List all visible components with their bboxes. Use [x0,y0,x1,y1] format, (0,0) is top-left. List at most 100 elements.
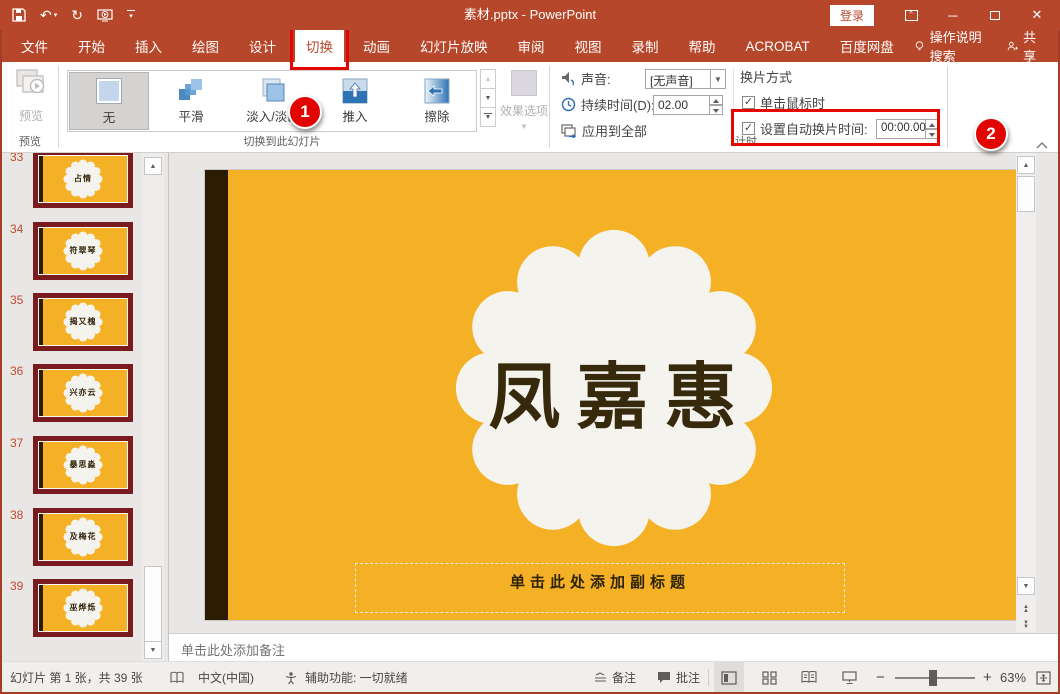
slide-number: 34 [10,222,23,236]
preview-button[interactable]: 预览 [8,68,54,136]
next-slide-icon[interactable]: ▼▼ [1017,616,1035,634]
group-label-transition-to-this-slide: 切换到此幻灯片 [244,133,321,149]
sound-dropdown-icon[interactable]: ▼ [711,69,726,89]
accessibility-icon[interactable] [284,662,298,693]
lightbulb-icon [915,39,924,54]
slide-number: 35 [10,293,23,307]
slideshow-view-button[interactable] [834,662,864,693]
tab-acrobat[interactable]: ACROBAT [735,30,821,62]
transition-push[interactable]: 推入 [315,72,395,130]
group-separator [549,66,550,148]
maximize-button[interactable] [974,0,1016,30]
advance-slide-title: 换片方式 [740,67,792,86]
share-button[interactable]: 共享 [997,27,1060,65]
zoom-in-button[interactable]: + [983,662,992,693]
slide-thumbnail-37[interactable]: 暴思淼 [33,436,133,494]
tab-record[interactable]: 录制 [621,30,670,62]
annotation-step-1: 1 [288,95,322,129]
comments-toggle-button[interactable]: 批注 [657,662,700,693]
slide-editor-area: 凤嘉惠 单击此处添加副标题 [169,153,1036,632]
transition-wipe[interactable]: 擦除 [397,72,477,130]
slide-number: 37 [10,436,23,450]
minimize-button[interactable]: ─ [932,0,974,30]
thumbnails-scrollbar[interactable]: ▲ ▼ [142,153,164,661]
transition-none-icon [97,79,121,103]
apply-to-all-icon [561,124,577,138]
scroll-up-icon[interactable]: ▲ [1017,156,1035,174]
zoom-slider[interactable] [895,662,975,693]
slideshow-view-icon [842,671,857,684]
scrollbar-thumb[interactable] [144,566,162,644]
duration-clock-icon [561,97,576,112]
close-button[interactable]: ✕ [1016,0,1058,30]
slide-thumbnail-39[interactable]: 巫烨烁 [33,579,133,637]
zoom-slider-thumb[interactable] [929,670,937,686]
slide-thumbnail-38[interactable]: 及梅花 [33,508,133,566]
tab-baidu-netdisk[interactable]: 百度网盘 [829,30,905,62]
powerpoint-window: ↶▾ ↻ ▾ 素材.pptx - PowerPoint 登录 ^ ─ ✕ 文件 … [0,0,1060,694]
tab-review[interactable]: 审阅 [507,30,556,62]
current-slide-canvas[interactable]: 凤嘉惠 单击此处添加副标题 [205,170,1020,620]
slide-thumbnail-36[interactable]: 兴亦云 [33,364,133,422]
tab-home[interactable]: 开始 [67,30,116,62]
tab-slideshow[interactable]: 幻灯片放映 [409,30,499,62]
tab-animations[interactable]: 动画 [352,30,401,62]
group-separator [947,66,948,148]
on-mouse-click-checkbox[interactable]: ✓ [742,96,755,109]
tab-view[interactable]: 视图 [564,30,613,62]
apply-to-all-button[interactable]: 应用到全部 [561,121,647,140]
fit-to-window-button[interactable] [1036,662,1051,693]
reading-view-icon [801,671,817,684]
zoom-out-button[interactable]: − [876,662,885,693]
scrollbar-thumb[interactable] [1017,176,1035,212]
accessibility-status: 辅助功能: 一切就绪 [305,662,408,693]
tab-design[interactable]: 设计 [238,30,287,62]
ribbon-display-options-icon[interactable]: ^ [890,0,932,30]
subtitle-placeholder[interactable]: 单击此处添加副标题 [355,563,845,613]
login-button[interactable]: 登录 [830,5,874,26]
transition-none[interactable]: 无 [69,72,149,130]
tab-transitions[interactable]: 切换 [295,30,344,62]
slide-thumbnail-33[interactable]: 占情 [33,153,133,208]
tab-draw[interactable]: 绘图 [181,30,230,62]
duration-input[interactable]: 02.00 [653,95,710,115]
zoom-level[interactable]: 63% [1000,662,1026,693]
editor-scrollbar[interactable]: ▲ ▼ ▲▲ ▼▼ [1016,153,1036,632]
group-label-preview: 预览 [19,133,41,149]
tab-help[interactable]: 帮助 [678,30,727,62]
duration-spin-down-icon[interactable] [710,105,723,115]
notes-pane[interactable]: 单击此处添加备注 [169,633,1058,661]
notes-toggle-button[interactable]: 备注 [594,662,636,693]
fit-to-window-icon [1036,671,1051,685]
slide-thumbnail-34[interactable]: 符翠琴 [33,222,133,280]
effect-options-button[interactable]: 效果选项 ▼ [500,68,548,144]
comment-icon [657,671,671,684]
slide-sorter-view-button[interactable] [754,662,784,693]
reading-view-button[interactable] [794,662,824,693]
gallery-scroll-down-icon[interactable]: ▼ [480,88,496,108]
slide-title-text[interactable]: 凤嘉惠 [205,338,1020,443]
tell-me-search[interactable]: 操作说明搜索 [905,27,998,65]
tab-insert[interactable]: 插入 [124,30,173,62]
gallery-more-icon[interactable]: ▼ [480,107,496,127]
gallery-scroll-up-icon[interactable]: ▲ [480,69,496,89]
duration-spin-up-icon[interactable] [710,95,723,105]
language-indicator[interactable]: 中文(中国) [198,662,254,693]
sound-select-value[interactable]: [无声音] [645,69,711,89]
tab-file[interactable]: 文件 [10,30,59,62]
share-person-icon [1007,39,1018,53]
window-border [0,30,2,694]
scroll-up-icon[interactable]: ▲ [144,157,162,175]
transition-morph[interactable]: 平滑 [151,72,231,130]
spellcheck-icon[interactable] [170,662,184,693]
slide-thumbnail-35[interactable]: 揭又槐 [33,293,133,351]
status-bar: 幻灯片 第 1 张，共 39 张 中文(中国) 辅助功能: 一切就绪 备注 批注 [2,661,1058,692]
normal-view-button[interactable] [714,662,744,693]
annotation-step-2: 2 [974,117,1008,151]
collapse-ribbon-icon[interactable] [1036,140,1048,152]
duration-label: 持续时间(D): [581,95,655,114]
subtitle-placeholder-text: 单击此处添加副标题 [356,571,844,592]
scroll-down-icon[interactable]: ▼ [1017,577,1035,595]
preview-icon [15,68,47,98]
scroll-down-icon[interactable]: ▼ [144,641,162,659]
